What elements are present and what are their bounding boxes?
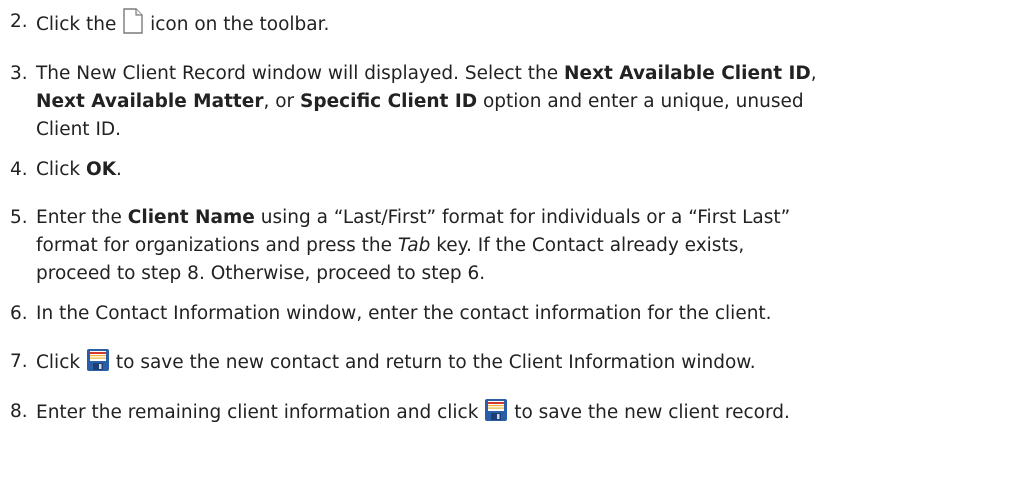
step-text: icon on the toolbar. <box>150 14 330 35</box>
step-text: to save the new client record. <box>514 402 790 423</box>
step-text: Click <box>36 159 81 180</box>
step-text: key. If the Contact already exists, <box>436 235 745 256</box>
step-line: format for organizations and press the T… <box>36 232 1019 260</box>
step-number: 3. <box>10 63 28 84</box>
option-specific-client-id: Specific Client ID <box>300 91 478 112</box>
client-name-label: Client Name <box>127 207 255 228</box>
step-line: Enter the Client Name using a “Last/Firs… <box>36 204 1019 232</box>
step-line: Client ID. <box>36 116 1019 144</box>
step-text: , <box>810 63 817 84</box>
step-text: option and enter a unique, unused <box>482 91 804 112</box>
step-line: The New Client Record window will displa… <box>36 60 1019 88</box>
save-icon <box>484 398 508 431</box>
step-line: Next Available Matter, or Specific Clien… <box>36 88 1019 116</box>
step-text: , or <box>263 91 295 112</box>
step-text: The New Client Record window will displa… <box>36 63 559 84</box>
step-number: 2. <box>10 11 28 32</box>
step-text: format for organizations and press the <box>36 235 392 256</box>
tab-key-label: Tab <box>397 235 431 256</box>
step-text: to save the new contact and return to th… <box>115 352 756 373</box>
step-text: Enter the <box>36 207 122 228</box>
step-number: 5. <box>10 207 28 228</box>
step-text: Enter the remaining client information a… <box>36 402 479 423</box>
step-text: Click <box>36 352 81 373</box>
instructions-document: 2. Click the icon on the toolbar. 3. The… <box>0 0 1023 501</box>
step-number: 6. <box>10 303 28 324</box>
step-text: proceed to step 8. Otherwise, proceed to… <box>36 263 486 284</box>
step-text: using a “Last/First” format for individu… <box>260 207 791 228</box>
step-line: proceed to step 8. Otherwise, proceed to… <box>36 260 1019 288</box>
ok-label: OK <box>85 159 117 180</box>
step-text: Client ID. <box>36 119 122 140</box>
step-text: In the Contact Information window, enter… <box>36 303 772 324</box>
save-icon <box>86 348 110 381</box>
option-next-available-matter: Next Available Matter <box>36 91 264 112</box>
step-number: 4. <box>10 159 28 180</box>
option-next-available-client-id: Next Available Client ID <box>564 63 811 84</box>
step-number: 8. <box>10 401 28 422</box>
step-text: . <box>116 159 122 180</box>
step-text: Click the <box>36 14 117 35</box>
new-document-icon <box>122 8 144 43</box>
step-number: 7. <box>10 351 28 372</box>
